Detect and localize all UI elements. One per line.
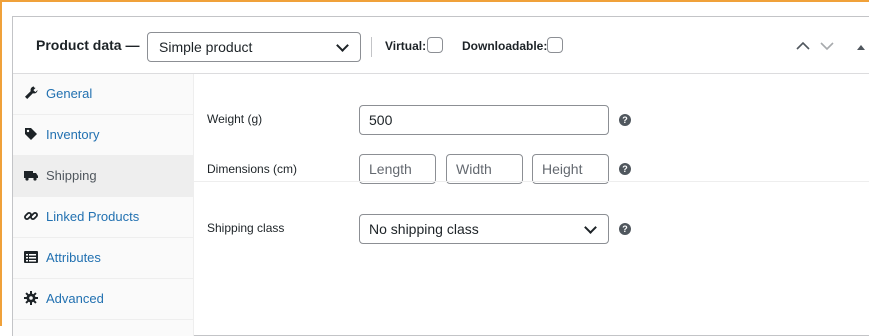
chevron-down-icon (336, 39, 349, 52)
shipping-class-label: Shipping class (207, 221, 285, 235)
product-data-title: Product data — (36, 37, 140, 53)
shipping-panel: Weight (g) 500 ? Dimensions (cm) Length … (194, 74, 869, 336)
weight-label: Weight (g) (207, 112, 263, 126)
tab-general-label: General (46, 86, 93, 101)
width-placeholder: Width (456, 161, 492, 177)
tab-shipping[interactable]: Shipping (13, 156, 194, 197)
list-view-icon (24, 251, 38, 263)
chevron-down-icon (584, 221, 597, 234)
tab-advanced[interactable]: Advanced (13, 279, 194, 320)
tab-inventory[interactable]: Inventory (13, 115, 194, 156)
shipping-class-value: No shipping class (369, 221, 479, 237)
virtual-label: Virtual: (385, 39, 427, 53)
downloadable-label: Downloadable: (462, 39, 548, 53)
weight-value: 500 (369, 112, 393, 128)
help-icon[interactable]: ? (619, 223, 631, 235)
highlight-border-left (0, 0, 2, 326)
tab-advanced-label: Advanced (46, 291, 104, 306)
chevron-down-icon (820, 42, 834, 51)
downloadable-checkbox[interactable] (547, 37, 563, 53)
dimensions-label: Dimensions (cm) (207, 162, 298, 176)
tab-general[interactable]: General (13, 74, 194, 115)
product-type-value: Simple product (159, 39, 253, 55)
product-data-tabs: General Inventory Shipping Linked Produc… (13, 74, 194, 336)
gear-icon (24, 291, 38, 305)
length-placeholder: Length (369, 161, 412, 177)
width-input[interactable]: Width (446, 154, 523, 184)
section-divider (194, 181, 869, 182)
chevron-up-icon (796, 41, 810, 50)
virtual-checkbox[interactable] (427, 37, 443, 53)
tab-shipping-label: Shipping (46, 168, 97, 183)
tab-linked-products[interactable]: Linked Products (13, 197, 194, 238)
product-data-screen: Product data — Simple product Virtual: D… (0, 0, 869, 336)
product-data-panel: Product data — Simple product Virtual: D… (12, 16, 869, 336)
triangle-up-icon (857, 45, 865, 50)
help-icon[interactable]: ? (619, 114, 631, 126)
tab-inventory-label: Inventory (46, 127, 100, 142)
header-divider (371, 37, 372, 57)
wrench-icon (25, 86, 38, 99)
tab-attributes-label: Attributes (46, 250, 101, 265)
height-input[interactable]: Height (532, 154, 609, 184)
weight-input[interactable]: 500 (359, 105, 609, 135)
tab-attributes[interactable]: Attributes (13, 238, 194, 279)
help-icon[interactable]: ? (619, 163, 631, 175)
highlight-border-top (0, 0, 869, 2)
product-data-header: Product data — Simple product Virtual: D… (13, 17, 869, 74)
move-down-button[interactable] (819, 39, 835, 57)
truck-icon (24, 171, 38, 181)
move-up-button[interactable] (795, 39, 811, 57)
link-icon (24, 212, 38, 220)
toggle-panel-button[interactable] (856, 39, 866, 57)
product-type-select[interactable]: Simple product (147, 32, 361, 62)
height-placeholder: Height (542, 161, 583, 177)
shipping-class-select[interactable]: No shipping class (359, 214, 609, 244)
tag-icon (25, 128, 37, 140)
length-input[interactable]: Length (359, 154, 436, 184)
tab-linked-products-label: Linked Products (46, 209, 140, 224)
